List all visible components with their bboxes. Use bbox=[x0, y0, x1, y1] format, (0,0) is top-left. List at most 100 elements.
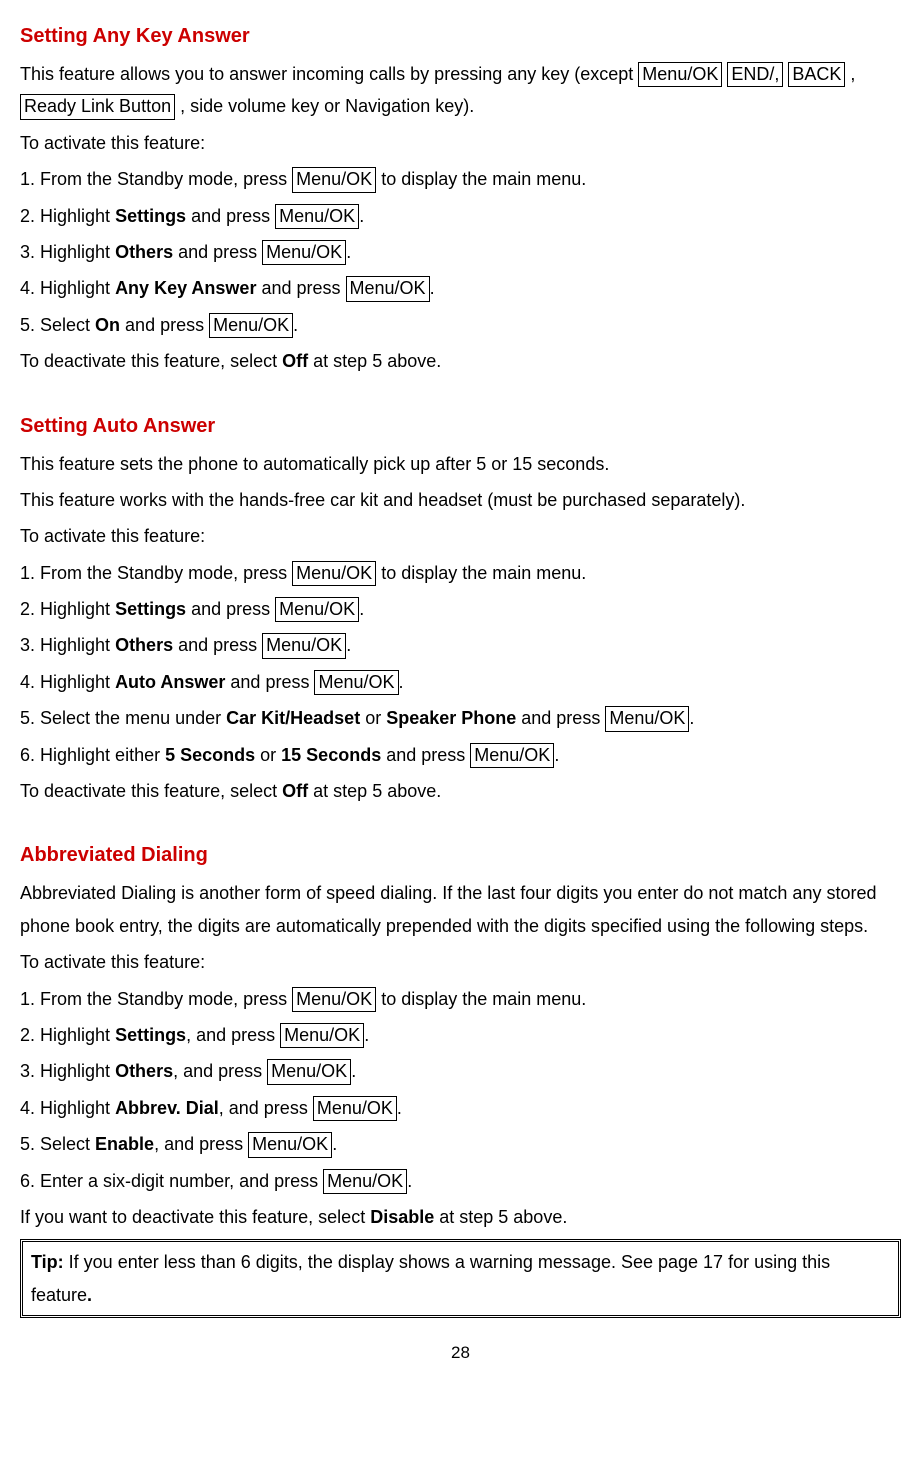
text: 2. Highlight bbox=[20, 206, 115, 226]
text: . bbox=[430, 278, 435, 298]
bold-text: Car Kit/Headset bbox=[226, 708, 360, 728]
tip-label: Tip: bbox=[31, 1252, 64, 1272]
text: 4. Highlight bbox=[20, 672, 115, 692]
text: . bbox=[364, 1025, 369, 1045]
text: This feature allows you to answer incomi… bbox=[20, 64, 638, 84]
text: and press bbox=[256, 278, 345, 298]
key-ready-link: Ready Link Button bbox=[20, 94, 175, 119]
bold-text: Enable bbox=[95, 1134, 154, 1154]
bold-text: Abbrev. Dial bbox=[115, 1098, 219, 1118]
step-1: 1. From the Standby mode, press Menu/OK … bbox=[20, 557, 901, 589]
key-menu-ok: Menu/OK bbox=[323, 1169, 407, 1194]
key-menu-ok: Menu/OK bbox=[313, 1096, 397, 1121]
key-menu-ok: Menu/OK bbox=[605, 706, 689, 731]
text: 3. Highlight bbox=[20, 635, 115, 655]
text: . bbox=[407, 1171, 412, 1191]
key-menu-ok: Menu/OK bbox=[262, 240, 346, 265]
key-menu-ok: Menu/OK bbox=[314, 670, 398, 695]
step-6: 6. Highlight either 5 Seconds or 15 Seco… bbox=[20, 739, 901, 771]
tip-box: Tip: If you enter less than 6 digits, th… bbox=[20, 1239, 901, 1318]
step-2: 2. Highlight Settings, and press Menu/OK… bbox=[20, 1019, 901, 1051]
key-menu-ok: Menu/OK bbox=[638, 62, 722, 87]
text: and press bbox=[173, 635, 262, 655]
bold-text: Others bbox=[115, 1061, 173, 1081]
step-1: 1. From the Standby mode, press Menu/OK … bbox=[20, 983, 901, 1015]
text: . bbox=[293, 315, 298, 335]
tip-text: If you enter less than 6 digits, the dis… bbox=[31, 1252, 830, 1304]
heading-any-key-answer: Setting Any Key Answer bbox=[20, 18, 901, 54]
step-5: 5. Select the menu under Car Kit/Headset… bbox=[20, 702, 901, 734]
bold-text: Off bbox=[282, 781, 308, 801]
text: . bbox=[346, 635, 351, 655]
key-back: BACK bbox=[788, 62, 845, 87]
step-5: 5. Select On and press Menu/OK. bbox=[20, 309, 901, 341]
text: . bbox=[351, 1061, 356, 1081]
key-menu-ok: Menu/OK bbox=[209, 313, 293, 338]
intro-text: This feature works with the hands-free c… bbox=[20, 484, 901, 516]
text: to display the main menu. bbox=[376, 989, 586, 1009]
heading-abbreviated-dialing: Abbreviated Dialing bbox=[20, 837, 901, 873]
bold-text: Settings bbox=[115, 206, 186, 226]
text: to display the main menu. bbox=[376, 563, 586, 583]
text: at step 5 above. bbox=[434, 1207, 567, 1227]
bold-text: On bbox=[95, 315, 120, 335]
text: , bbox=[845, 64, 855, 84]
step-3: 3. Highlight Others, and press Menu/OK. bbox=[20, 1055, 901, 1087]
key-menu-ok: Menu/OK bbox=[292, 987, 376, 1012]
text: or bbox=[255, 745, 281, 765]
intro-text: This feature allows you to answer incomi… bbox=[20, 58, 901, 123]
bold-text: 15 Seconds bbox=[281, 745, 381, 765]
text: , and press bbox=[173, 1061, 267, 1081]
text: , and press bbox=[219, 1098, 313, 1118]
text: and press bbox=[120, 315, 209, 335]
step-3: 3. Highlight Others and press Menu/OK. bbox=[20, 236, 901, 268]
activate-text: To activate this feature: bbox=[20, 127, 901, 159]
text: to display the main menu. bbox=[376, 169, 586, 189]
text: 1. From the Standby mode, press bbox=[20, 989, 292, 1009]
text: and press bbox=[173, 242, 262, 262]
text: , and press bbox=[186, 1025, 280, 1045]
text: 1. From the Standby mode, press bbox=[20, 563, 292, 583]
text: 5. Select the menu under bbox=[20, 708, 226, 728]
step-4: 4. Highlight Auto Answer and press Menu/… bbox=[20, 666, 901, 698]
text: If you want to deactivate this feature, … bbox=[20, 1207, 370, 1227]
activate-text: To activate this feature: bbox=[20, 946, 901, 978]
page-number: 28 bbox=[20, 1338, 901, 1369]
text: or bbox=[360, 708, 386, 728]
step-4: 4. Highlight Any Key Answer and press Me… bbox=[20, 272, 901, 304]
key-menu-ok: Menu/OK bbox=[292, 561, 376, 586]
key-menu-ok: Menu/OK bbox=[275, 597, 359, 622]
bold-text: Settings bbox=[115, 1025, 186, 1045]
text: and press bbox=[186, 206, 275, 226]
key-menu-ok: Menu/OK bbox=[280, 1023, 364, 1048]
bold-text: Settings bbox=[115, 599, 186, 619]
text: 6. Highlight either bbox=[20, 745, 165, 765]
step-1: 1. From the Standby mode, press Menu/OK … bbox=[20, 163, 901, 195]
text: To deactivate this feature, select bbox=[20, 351, 282, 371]
key-menu-ok: Menu/OK bbox=[292, 167, 376, 192]
key-menu-ok: Menu/OK bbox=[267, 1059, 351, 1084]
text: 5. Select bbox=[20, 315, 95, 335]
step-4: 4. Highlight Abbrev. Dial, and press Men… bbox=[20, 1092, 901, 1124]
key-menu-ok: Menu/OK bbox=[248, 1132, 332, 1157]
key-menu-ok: Menu/OK bbox=[470, 743, 554, 768]
text: . bbox=[397, 1098, 402, 1118]
activate-text: To activate this feature: bbox=[20, 520, 901, 552]
text: , and press bbox=[154, 1134, 248, 1154]
step-6: 6. Enter a six-digit number, and press M… bbox=[20, 1165, 901, 1197]
bold-text: Auto Answer bbox=[115, 672, 225, 692]
text: . bbox=[689, 708, 694, 728]
text: 5. Select bbox=[20, 1134, 95, 1154]
step-3: 3. Highlight Others and press Menu/OK. bbox=[20, 629, 901, 661]
key-menu-ok: Menu/OK bbox=[275, 204, 359, 229]
text: 6. Enter a six-digit number, and press bbox=[20, 1171, 323, 1191]
text: and press bbox=[381, 745, 470, 765]
key-menu-ok: Menu/OK bbox=[262, 633, 346, 658]
text: 2. Highlight bbox=[20, 599, 115, 619]
text: . bbox=[359, 206, 364, 226]
bold-text: Off bbox=[282, 351, 308, 371]
step-2: 2. Highlight Settings and press Menu/OK. bbox=[20, 593, 901, 625]
intro-text: This feature sets the phone to automatic… bbox=[20, 448, 901, 480]
bold-text: Speaker Phone bbox=[386, 708, 516, 728]
deactivate-text: If you want to deactivate this feature, … bbox=[20, 1201, 901, 1233]
